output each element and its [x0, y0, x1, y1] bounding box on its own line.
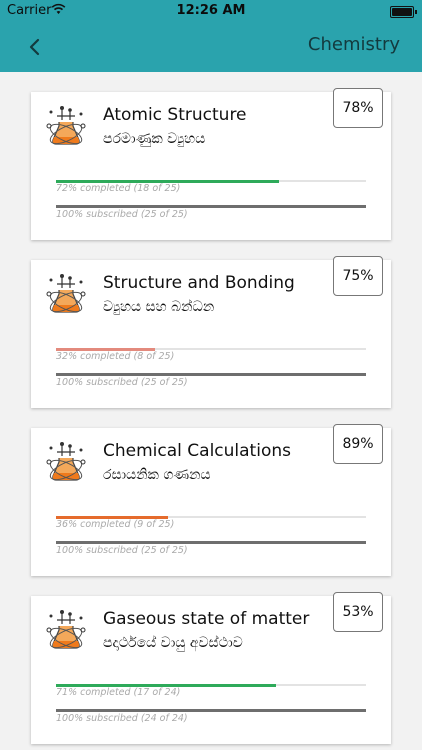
battery-icon — [390, 6, 417, 18]
score-badge: 89% — [333, 424, 383, 464]
subscription-label: 100% subscribed (24 of 24) — [56, 713, 188, 724]
score-badge: 78% — [333, 88, 383, 128]
lesson-subtitle: පදාර්ථයේ වායු අවස්ථාව — [103, 635, 243, 651]
lesson-card-4[interactable]: Gaseous state of matter පදාර්ථයේ වායු අව… — [31, 592, 391, 744]
status-bar: Carrier 12:26 AM — [0, 0, 422, 22]
subscription-label: 100% subscribed (25 of 25) — [56, 377, 188, 388]
status-time: 12:26 AM — [176, 3, 246, 18]
completion-label: 32% completed (8 of 25) — [56, 351, 175, 362]
completion-label: 71% completed (17 of 24) — [56, 687, 181, 698]
nav-bar: Chemistry — [0, 22, 422, 72]
lesson-subtitle: පරමාණුක ව්‍යුහය — [103, 131, 206, 147]
lesson-card-3[interactable]: Chemical Calculations රසායනික ගණනය 89% 3… — [31, 424, 391, 576]
subscription-progress-bar — [56, 205, 366, 208]
chemistry-flask-icon — [46, 442, 86, 481]
chemistry-flask-icon — [46, 274, 86, 313]
completion-progress-bar — [56, 683, 366, 687]
lesson-title: Atomic Structure — [103, 105, 247, 125]
completion-progress-bar — [56, 347, 366, 351]
subscription-progress-bar — [56, 709, 366, 712]
completion-label: 36% completed (9 of 25) — [56, 519, 175, 530]
score-badge: 53% — [333, 592, 383, 632]
chemistry-flask-icon — [46, 610, 86, 649]
subscription-label: 100% subscribed (25 of 25) — [56, 209, 188, 220]
lesson-card-2[interactable]: Structure and Bonding ව්‍යුහය සහ බන්ධන 7… — [31, 256, 391, 408]
completion-progress-bar — [56, 515, 366, 519]
score-badge: 75% — [333, 256, 383, 296]
subscription-label: 100% subscribed (25 of 25) — [56, 545, 188, 556]
back-button[interactable] — [20, 32, 50, 62]
lesson-subtitle: රසායනික ගණනය — [103, 467, 211, 483]
lesson-title: Gaseous state of matter — [103, 609, 310, 629]
lesson-title: Chemical Calculations — [103, 441, 291, 461]
lesson-title: Structure and Bonding — [103, 273, 295, 293]
lesson-list: Atomic Structure පරමාණුක ව්‍යුහය 78% 72%… — [0, 72, 422, 750]
completion-label: 72% completed (18 of 25) — [56, 183, 181, 194]
lesson-card-1[interactable]: Atomic Structure පරමාණුක ව්‍යුහය 78% 72%… — [31, 88, 391, 240]
completion-progress-bar — [56, 179, 366, 183]
subscription-progress-bar — [56, 373, 366, 376]
page-title: Chemistry — [307, 34, 400, 55]
chevron-left-icon — [29, 38, 40, 56]
lesson-subtitle: ව්‍යුහය සහ බන්ධන — [103, 299, 215, 315]
chemistry-flask-icon — [46, 106, 86, 145]
subscription-progress-bar — [56, 541, 366, 544]
